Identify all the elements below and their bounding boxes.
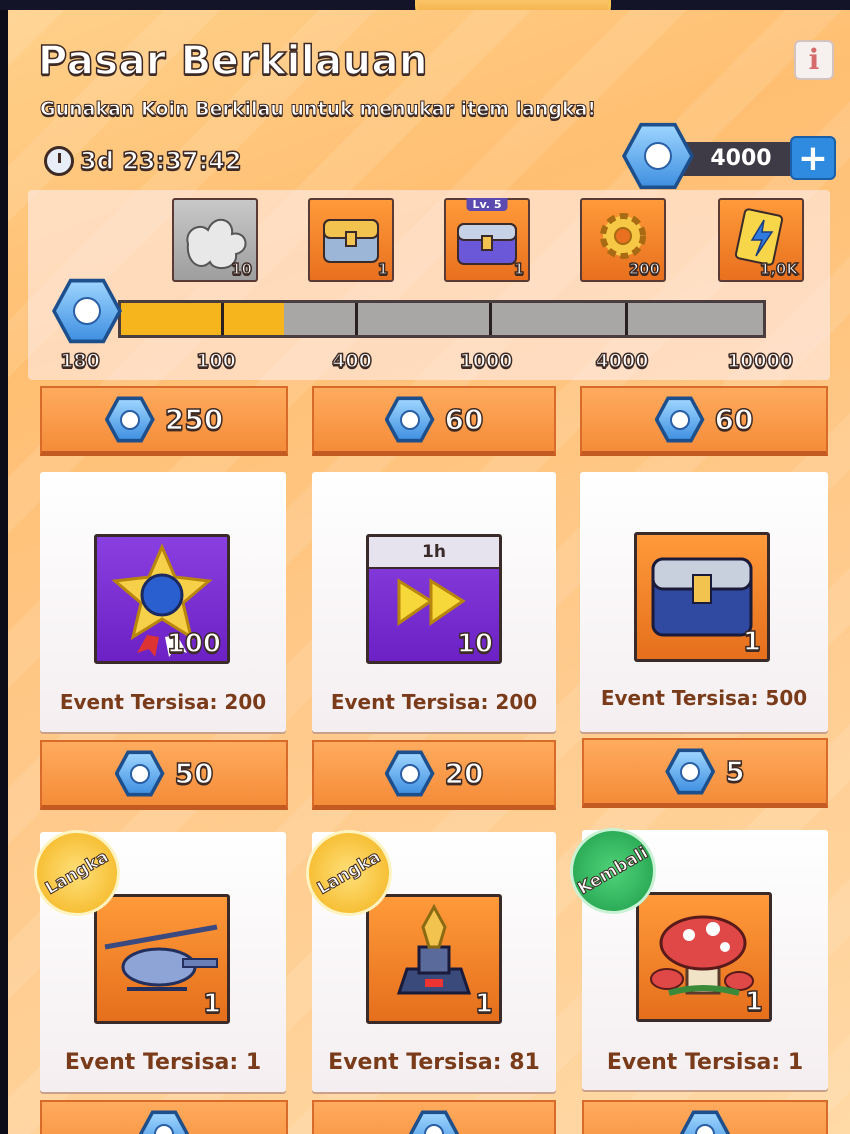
milestone-track: 10 1 Lv. 5 1 200 1,0K 180 100 400 1000 4… [28, 190, 830, 380]
price-button-1[interactable]: 250 [40, 386, 288, 456]
price-button-7[interactable] [40, 1100, 288, 1134]
item-qty: 1 [744, 986, 764, 1018]
sparkle-coin-icon [139, 1109, 189, 1134]
price-value: 60 [714, 402, 754, 437]
page-title: Pasar Berkilauan [37, 37, 428, 85]
milestone-reward-2[interactable]: 1 [308, 198, 394, 282]
reward-qty: 200 [628, 259, 661, 279]
sparkle-coin-icon [622, 120, 694, 192]
stock-remaining: Event Tersisa: 81 [328, 1050, 540, 1075]
price-value: 250 [164, 402, 224, 437]
reward-qty: 1 [513, 259, 525, 279]
sparkle-coin-icon [114, 749, 165, 799]
shop-item-star-medal[interactable]: 100 Event Tersisa: 200 [40, 472, 286, 732]
threshold-4: 4000 [595, 349, 649, 373]
price-button-5[interactable]: 20 [312, 740, 556, 810]
timer-text: 3d 23:37:42 [79, 146, 242, 176]
threshold-5: 10000 [726, 349, 794, 373]
threshold-1: 100 [195, 349, 236, 373]
coin-balance: 4000 + [618, 118, 838, 194]
stock-remaining: Event Tersisa: 1 [606, 1050, 804, 1075]
sparkle-coin-icon [384, 395, 435, 445]
info-button[interactable]: i [794, 40, 834, 80]
item-qty: 10 [456, 628, 494, 660]
price-button-8[interactable] [312, 1100, 556, 1134]
stock-remaining: Event Tersisa: 1 [64, 1050, 262, 1075]
price-button-3[interactable]: 60 [580, 386, 828, 456]
sparkle-coin-icon [384, 749, 435, 799]
milestone-reward-3[interactable]: Lv. 5 1 [444, 198, 530, 282]
item-icon-box: 1 [94, 894, 230, 1024]
price-button-6[interactable]: 5 [582, 738, 828, 808]
duration-badge: 1h [369, 537, 499, 569]
item-icon-box: 1 [366, 894, 502, 1024]
stock-remaining: Event Tersisa: 200 [330, 690, 538, 714]
sparkle-coin-icon [409, 1109, 459, 1134]
page-subtitle: Gunakan Koin Berkilau untuk menukar item… [39, 98, 597, 121]
stock-remaining: Event Tersisa: 200 [59, 690, 267, 714]
sparkle-coin-icon [680, 1109, 730, 1134]
price-value: 50 [174, 756, 214, 791]
reward-qty: 1 [377, 259, 389, 279]
current-points: 180 [59, 349, 100, 373]
price-value: 20 [444, 756, 484, 791]
sparkle-coin-icon [654, 395, 705, 445]
milestone-reward-4[interactable]: 200 [580, 198, 666, 282]
price-value: 60 [444, 402, 484, 437]
shop-panel: Pasar Berkilauan Gunakan Koin Berkilau u… [8, 10, 850, 1134]
item-qty: 1 [474, 988, 494, 1020]
price-button-2[interactable]: 60 [312, 386, 556, 456]
sparkle-coin-icon [104, 395, 155, 445]
shop-item-speed-up[interactable]: 1h 10 Event Tersisa: 200 [312, 472, 556, 732]
milestone-reward-5[interactable]: 1,0K [718, 198, 804, 282]
milestone-progress-bar [118, 300, 766, 338]
price-button-4[interactable]: 50 [40, 740, 288, 810]
sparkle-coin-icon [52, 276, 122, 346]
level-label: Lv. 5 [466, 198, 508, 211]
event-timer: 3d 23:37:42 [44, 146, 242, 176]
add-coins-button[interactable]: + [790, 136, 836, 180]
reward-qty: 1,0K [759, 259, 799, 279]
item-icon-box: 1 [634, 532, 770, 662]
price-value: 5 [724, 754, 745, 789]
shop-item-blue-chest[interactable]: 1 Event Tersisa: 500 [580, 472, 828, 732]
progress-fill [121, 303, 284, 335]
price-button-9[interactable] [582, 1100, 828, 1134]
item-qty: 100 [166, 628, 222, 660]
milestone-reward-1[interactable]: 10 [172, 198, 258, 282]
sparkle-coin-icon [665, 747, 716, 797]
current-progress-marker [52, 276, 122, 346]
item-qty: 1 [742, 626, 762, 658]
item-icon-box: 100 [94, 534, 230, 664]
stock-remaining: Event Tersisa: 500 [600, 686, 808, 710]
item-icon-box: 1h 10 [366, 534, 502, 664]
item-icon-box: 1 [636, 892, 772, 1022]
threshold-2: 400 [331, 349, 372, 373]
threshold-3: 1000 [459, 349, 513, 373]
item-qty: 1 [202, 988, 222, 1020]
reward-qty: 10 [230, 259, 252, 279]
clock-icon [44, 146, 74, 176]
